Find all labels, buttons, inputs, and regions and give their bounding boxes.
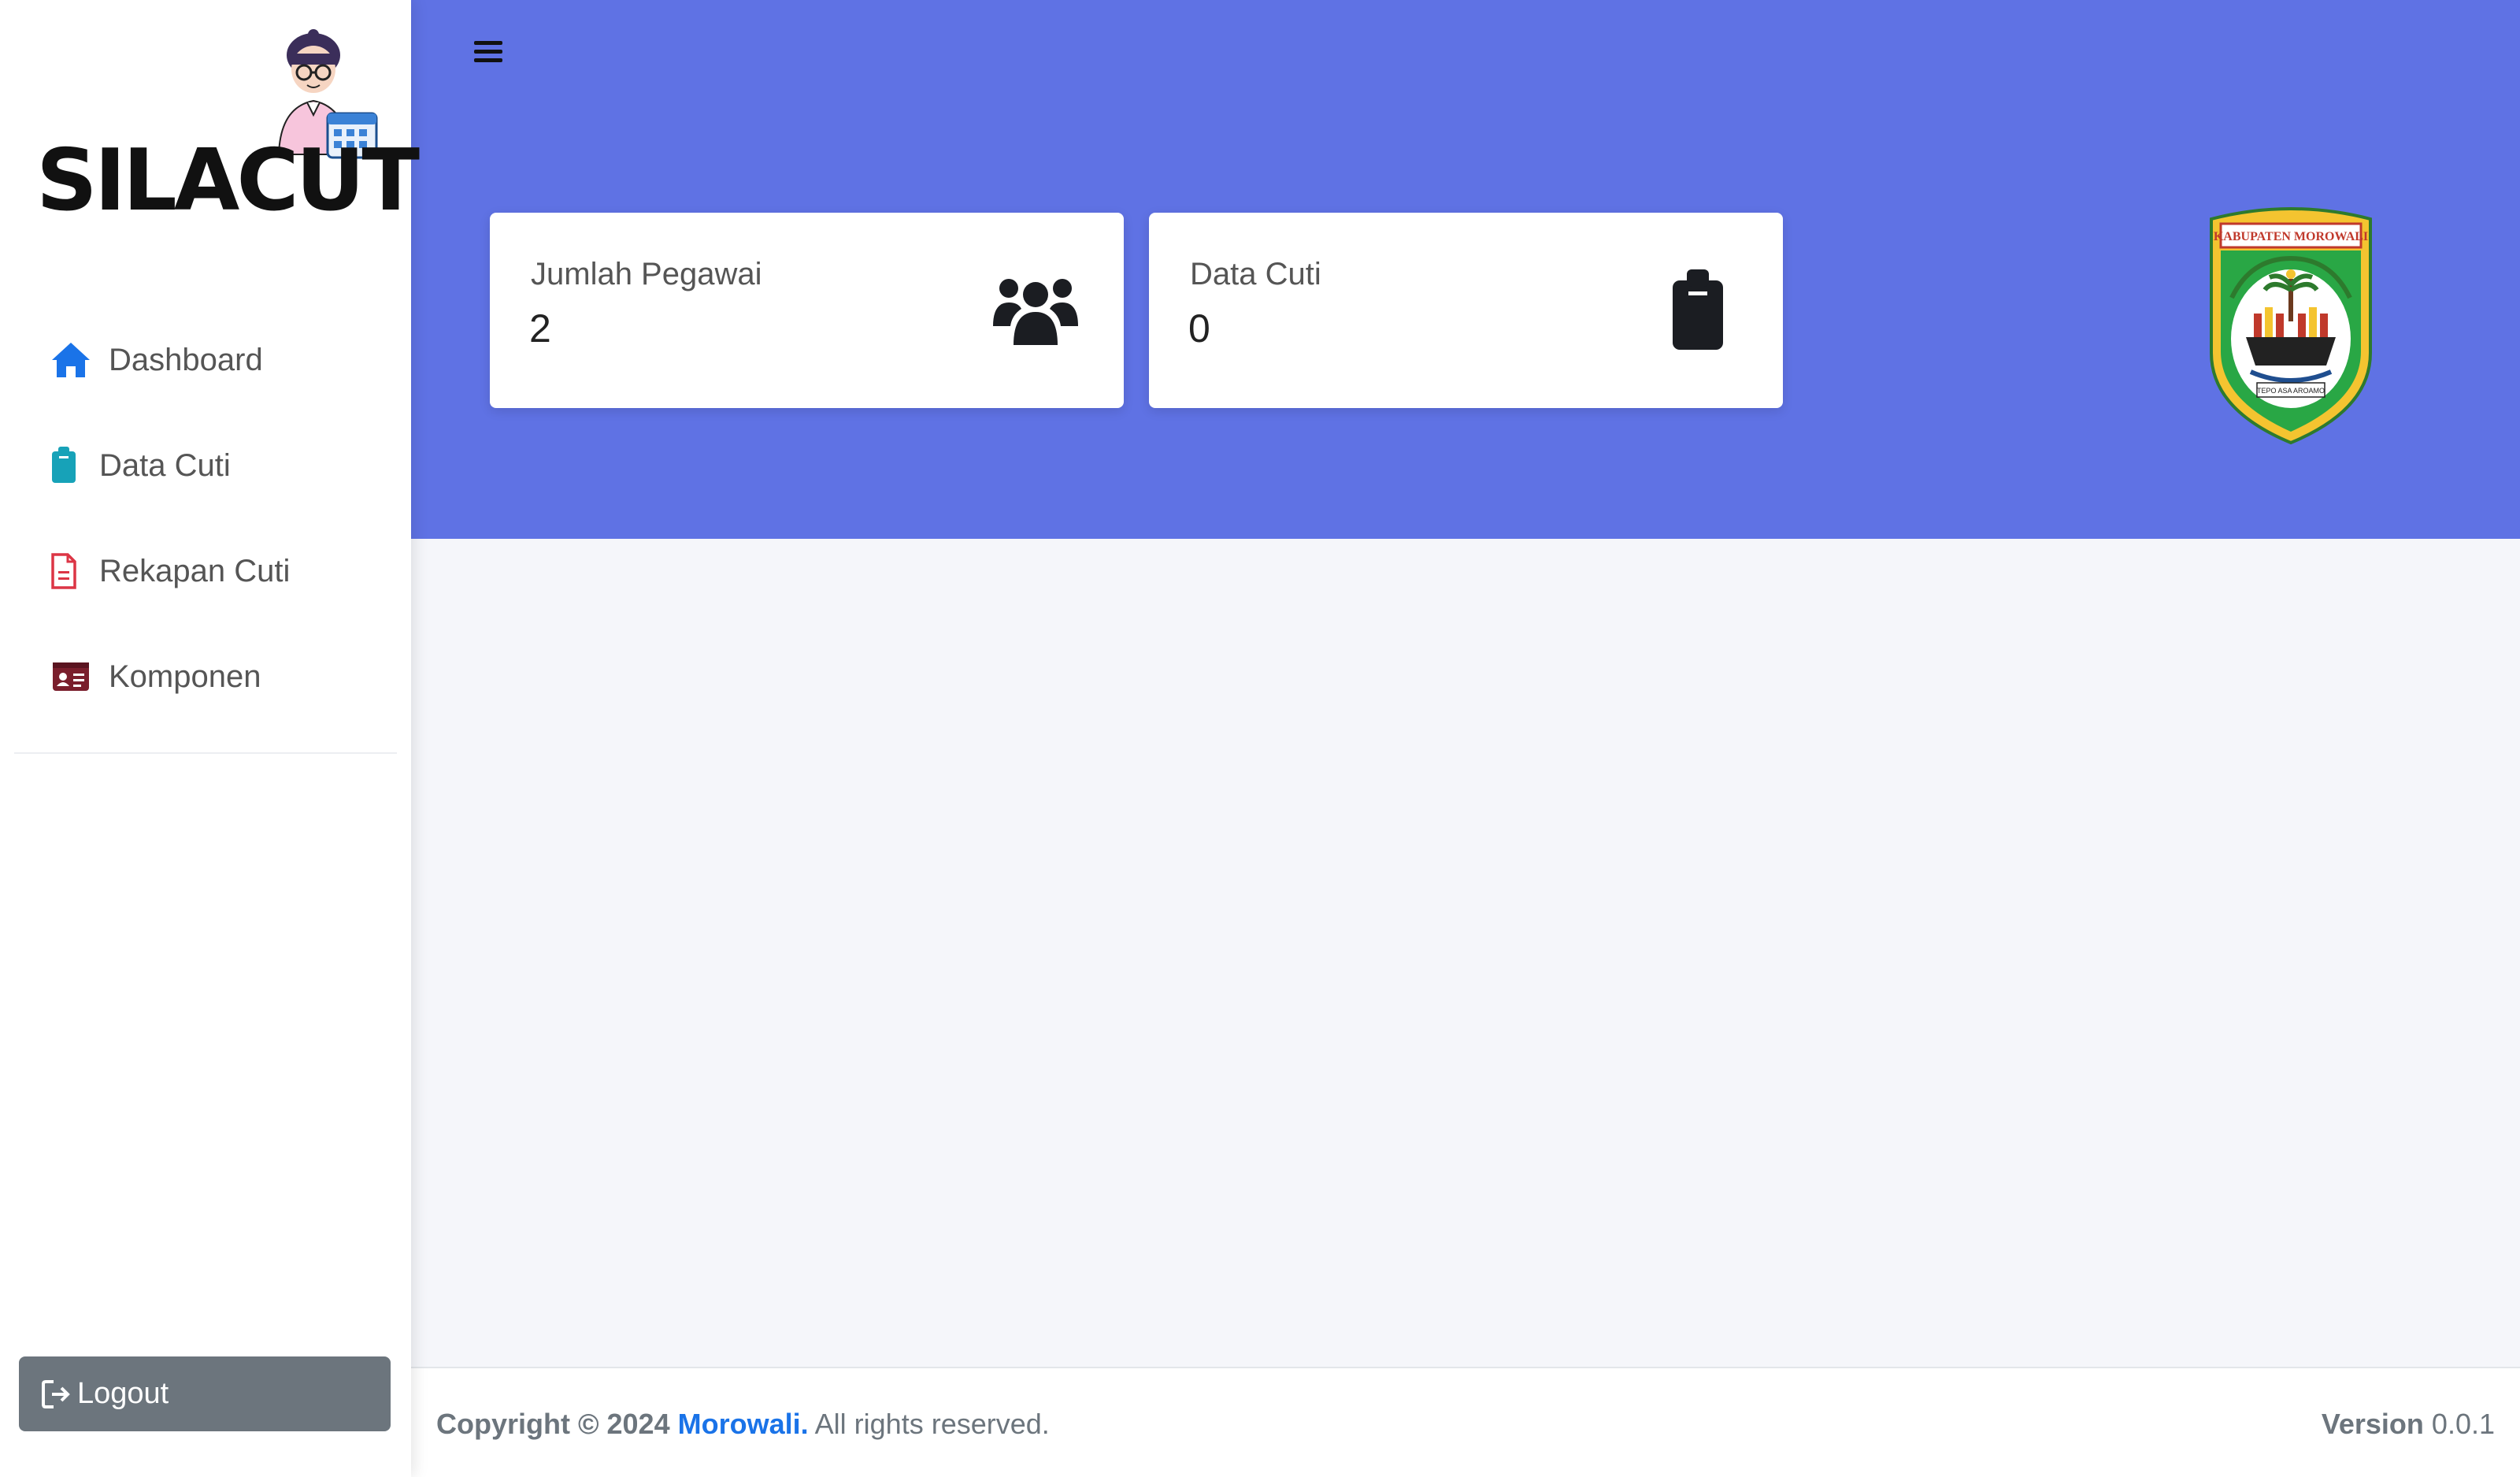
brand-name: SILACUT	[36, 132, 420, 230]
copyright-suffix: All rights reserved.	[814, 1408, 1050, 1440]
users-icon	[993, 279, 1078, 345]
brand-logo[interactable]: SILACUT	[32, 28, 420, 233]
stat-card-data-cuti: Data Cuti 0	[1149, 213, 1783, 408]
footer-link-morowali[interactable]: Morowali.	[678, 1408, 809, 1440]
sidebar: SILACUT Dashboard Data Cuti Rekapan Cuti…	[0, 0, 420, 1477]
copyright-text: Copyright © 2024	[436, 1408, 670, 1440]
footer-version: Version 0.0.1	[2322, 1408, 2495, 1441]
stat-card-pegawai: Jumlah Pegawai 2	[490, 213, 1124, 408]
sidebar-item-rekapan-cuti[interactable]: Rekapan Cuti	[0, 518, 411, 624]
morowali-emblem-icon: KABUPATEN MOROWALI TEPO ASA AROAMO	[2210, 207, 2372, 445]
home-icon	[49, 338, 93, 382]
clipboard-icon	[1673, 269, 1723, 350]
sidebar-nav: Dashboard Data Cuti Rekapan Cuti Kompone…	[0, 307, 411, 729]
stat-card-title: Jumlah Pegawai	[531, 257, 762, 291]
stat-card-value: 2	[529, 306, 551, 351]
stat-card-value: 0	[1188, 306, 1210, 351]
version-label: Version	[2321, 1408, 2424, 1440]
menu-toggle-icon[interactable]	[474, 41, 502, 69]
stat-card-title: Data Cuti	[1190, 257, 1321, 291]
logout-label: Logout	[77, 1377, 169, 1410]
dashboard-header: Jumlah Pegawai 2 Data Cuti 0 KABUPATEN M…	[411, 0, 2520, 539]
logout-button[interactable]: Logout	[19, 1356, 391, 1431]
version-number: 0.0.1	[2431, 1408, 2495, 1440]
sign-out-icon	[41, 1379, 72, 1410]
sidebar-item-dashboard[interactable]: Dashboard	[0, 307, 411, 413]
sidebar-item-komponen[interactable]: Komponen	[0, 624, 411, 729]
sidebar-item-label: Data Cuti	[99, 447, 231, 483]
emblem-motto: TEPO ASA AROAMO	[2257, 387, 2325, 395]
footer: Copyright © 2024 Morowali. All rights re…	[411, 1367, 2520, 1477]
sidebar-item-data-cuti[interactable]: Data Cuti	[0, 413, 411, 518]
clipboard-icon	[44, 443, 83, 488]
sidebar-item-label: Rekapan Cuti	[99, 553, 291, 588]
sidebar-item-label: Komponen	[109, 659, 261, 694]
footer-copyright: Copyright © 2024 Morowali. All rights re…	[436, 1408, 1050, 1441]
sidebar-item-label: Dashboard	[109, 342, 263, 377]
sidebar-divider	[14, 752, 397, 754]
id-card-icon	[49, 655, 93, 699]
file-icon	[44, 549, 83, 593]
emblem-title: KABUPATEN MOROWALI	[2214, 230, 2368, 243]
